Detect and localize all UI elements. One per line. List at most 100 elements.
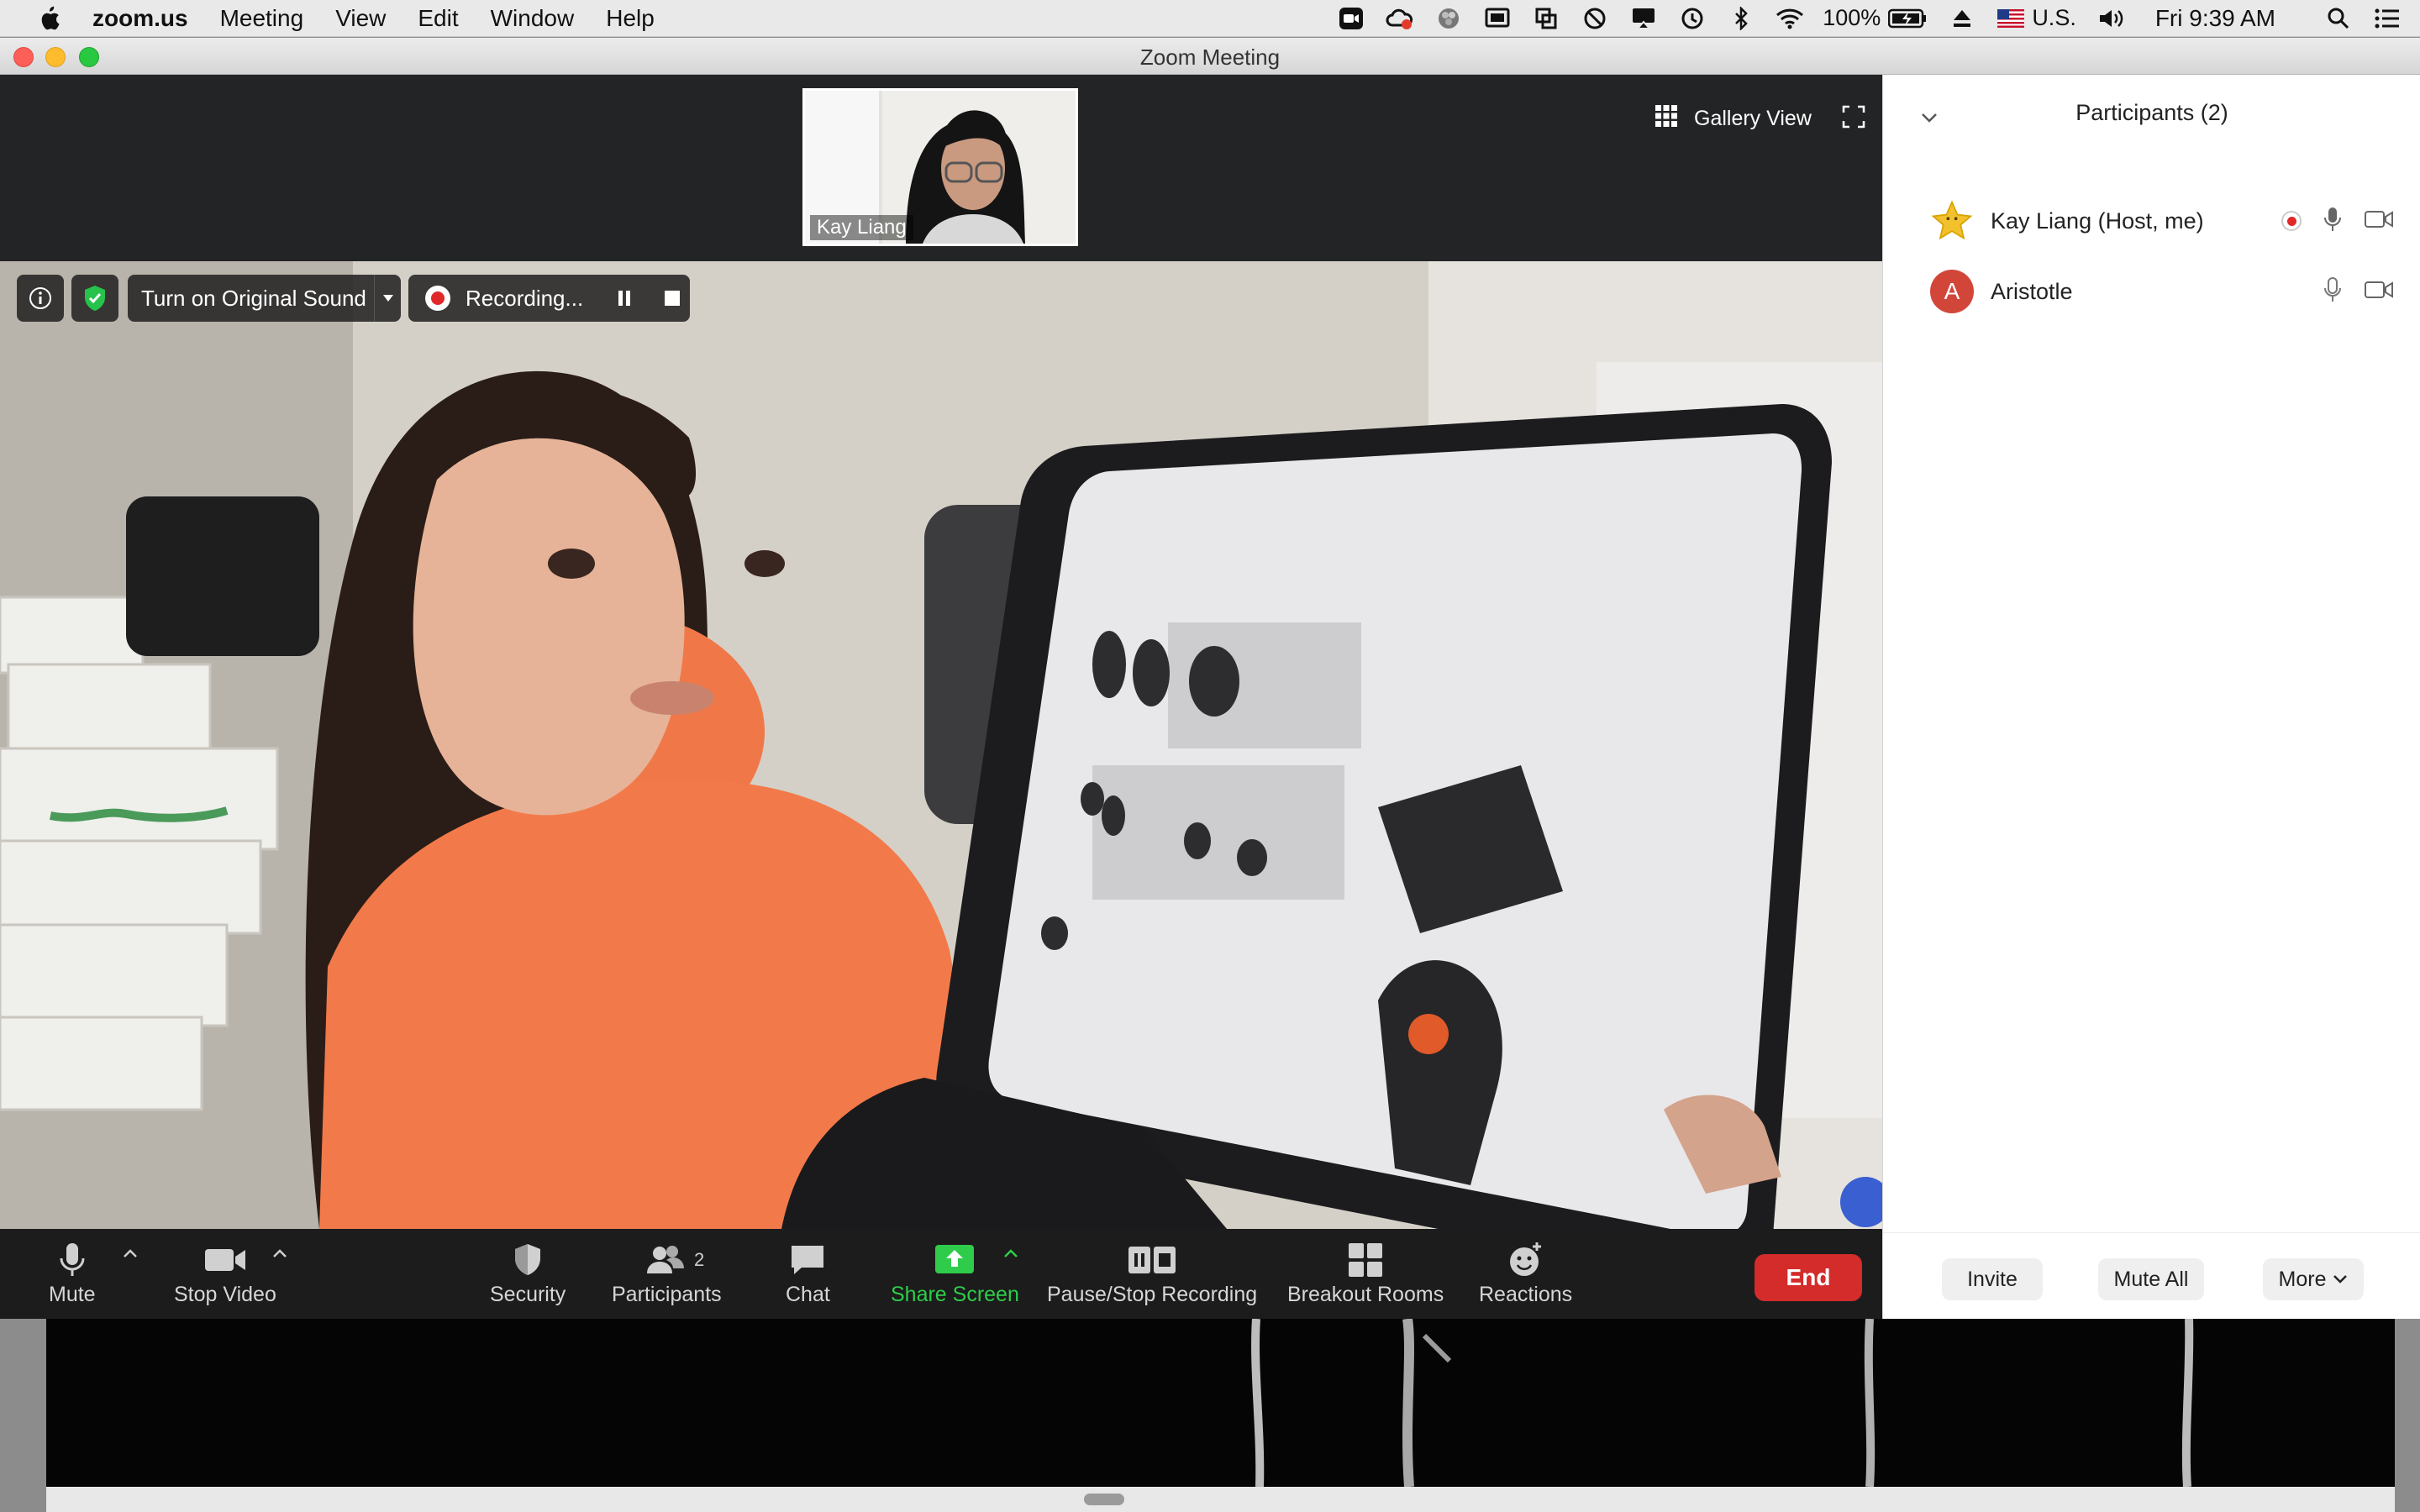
stop-recording-icon[interactable] <box>664 290 681 307</box>
share-screen-button[interactable]: Share Screen <box>891 1237 1019 1313</box>
gallery-view-button[interactable]: Gallery View <box>1655 105 1812 133</box>
speaker-video-image <box>0 261 1882 1229</box>
eject-icon[interactable] <box>1948 6 1976 31</box>
color-picker-tray-icon[interactable] <box>1434 6 1463 31</box>
gallery-view-label: Gallery View <box>1694 107 1812 130</box>
stop-video-label: Stop Video <box>174 1283 276 1306</box>
background-window-content <box>46 1318 2395 1488</box>
encrypted-shield-icon <box>85 286 105 311</box>
fullscreen-icon[interactable] <box>1842 105 1865 133</box>
share-options-caret-icon[interactable] <box>1003 1247 1018 1263</box>
invite-button[interactable]: Invite <box>1942 1258 2043 1300</box>
scrollbar-handle[interactable] <box>1084 1494 1124 1505</box>
stop-video-button[interactable]: Stop Video <box>174 1237 276 1313</box>
mute-all-button[interactable]: Mute All <box>2098 1258 2204 1300</box>
participant-avatar: A <box>1930 270 1974 313</box>
self-video-thumbnail[interactable]: Kay Liang <box>802 88 1078 246</box>
zoom-camera-tray-icon[interactable] <box>1337 6 1365 31</box>
battery-charging-icon[interactable] <box>1887 6 1928 31</box>
participants-panel-header: Participants (2) <box>1883 75 2420 150</box>
collapse-panel-chevron-icon[interactable] <box>1920 103 1939 129</box>
window-title-bar[interactable]: Zoom Meeting <box>0 38 2420 75</box>
participants-label: Participants <box>612 1283 722 1306</box>
menu-meeting[interactable]: Meeting <box>220 5 304 32</box>
more-chevron-icon <box>2333 1275 2348 1284</box>
participant-recording-icon <box>2281 211 2302 231</box>
screenshot-tray-icon[interactable] <box>1532 6 1560 31</box>
menu-app-name[interactable]: zoom.us <box>92 5 188 32</box>
breakout-rooms-icon <box>1347 1237 1384 1283</box>
time-machine-tray-icon[interactable] <box>1678 6 1707 31</box>
input-source-label[interactable]: U.S. <box>2032 5 2076 31</box>
more-label: More <box>2278 1267 2327 1291</box>
airplay-tray-icon[interactable] <box>1629 6 1658 31</box>
recording-status-label: Recording... <box>466 285 584 311</box>
star-avatar-icon <box>1930 199 1974 243</box>
breakout-rooms-label: Breakout Rooms <box>1287 1283 1444 1306</box>
encryption-shield-button[interactable] <box>71 275 118 322</box>
more-button[interactable]: More <box>2263 1258 2364 1300</box>
do-not-disturb-tray-icon[interactable] <box>1581 6 1609 31</box>
audio-options-caret-icon[interactable] <box>123 1247 138 1263</box>
us-flag-icon[interactable] <box>1996 6 2025 31</box>
breakout-rooms-button[interactable]: Breakout Rooms <box>1287 1237 1444 1313</box>
creative-cloud-tray-icon[interactable] <box>1386 6 1414 31</box>
share-screen-label: Share Screen <box>891 1283 1019 1306</box>
security-shield-icon <box>511 1237 544 1283</box>
participant-row[interactable]: Kay Liang (Host, me) <box>1883 186 2420 256</box>
participant-camera-icon[interactable] <box>2364 209 2394 234</box>
pause-stop-recording-button[interactable]: Pause/Stop Recording <box>1047 1237 1257 1313</box>
menu-edit[interactable]: Edit <box>418 5 458 32</box>
participant-microphone-icon[interactable] <box>2323 206 2342 237</box>
reactions-label: Reactions <box>1479 1283 1573 1306</box>
participant-row[interactable]: A Aristotle <box>1883 256 2420 327</box>
apple-menu-icon[interactable] <box>32 5 66 32</box>
menubar-clock[interactable]: Fri 9:39 AM <box>2155 5 2275 32</box>
meeting-info-button[interactable] <box>17 275 64 322</box>
video-camera-icon <box>203 1237 247 1283</box>
menu-window[interactable]: Window <box>491 5 575 32</box>
participants-button[interactable]: Participants 2 <box>612 1237 722 1313</box>
participant-name: Kay Liang (Host, me) <box>1991 207 2204 234</box>
chat-button[interactable]: Chat <box>786 1237 830 1313</box>
desktop-background <box>0 1318 2420 1512</box>
spotlight-search-icon[interactable] <box>2324 6 2353 31</box>
microphone-icon <box>59 1237 86 1283</box>
display-tray-icon[interactable] <box>1483 6 1512 31</box>
bluetooth-tray-icon[interactable] <box>1727 6 1755 31</box>
notification-center-icon[interactable] <box>2373 6 2402 31</box>
mute-button[interactable]: Mute <box>49 1237 96 1313</box>
pause-stop-recording-label: Pause/Stop Recording <box>1047 1283 1258 1306</box>
share-screen-icon <box>934 1237 976 1283</box>
zoom-meeting-window: Zoom Meeting Kay Liang Gallery View Turn… <box>0 38 2420 1319</box>
horizontal-scrollbar[interactable] <box>46 1487 2395 1512</box>
volume-icon[interactable] <box>2096 6 2125 31</box>
pause-stop-recording-icon <box>1127 1237 1177 1283</box>
participant-name: Aristotle <box>1991 278 2073 304</box>
menu-view[interactable]: View <box>335 5 386 32</box>
info-icon <box>29 287 51 309</box>
end-meeting-button[interactable]: End <box>1754 1254 1862 1301</box>
window-title: Zoom Meeting <box>1139 45 1281 70</box>
participant-microphone-icon[interactable] <box>2323 276 2342 307</box>
participant-camera-icon[interactable] <box>2364 280 2394 304</box>
background-video-image <box>46 1318 2395 1488</box>
original-sound-button[interactable]: Turn on Original Sound <box>128 275 401 322</box>
active-speaker-video[interactable]: Turn on Original Sound Recording... <box>0 261 1882 1229</box>
security-label: Security <box>490 1283 566 1306</box>
video-options-caret-icon[interactable] <box>272 1247 287 1263</box>
menu-help[interactable]: Help <box>606 5 655 32</box>
battery-percent: 100% <box>1823 5 1881 30</box>
chat-bubble-icon <box>788 1237 827 1283</box>
reactions-button[interactable]: Reactions <box>1479 1237 1572 1313</box>
chat-label: Chat <box>786 1283 830 1306</box>
wifi-tray-icon[interactable] <box>1776 6 1804 31</box>
grid-icon <box>1655 105 1677 133</box>
security-button[interactable]: Security <box>490 1237 566 1313</box>
participants-panel-title: Participants (2) <box>2075 99 2228 125</box>
original-sound-dropdown-icon[interactable] <box>374 275 401 322</box>
participants-count-badge: 2 <box>694 1249 705 1270</box>
original-sound-label: Turn on Original Sound <box>141 285 366 311</box>
mute-label: Mute <box>49 1283 96 1306</box>
pause-recording-icon[interactable] <box>617 289 632 307</box>
